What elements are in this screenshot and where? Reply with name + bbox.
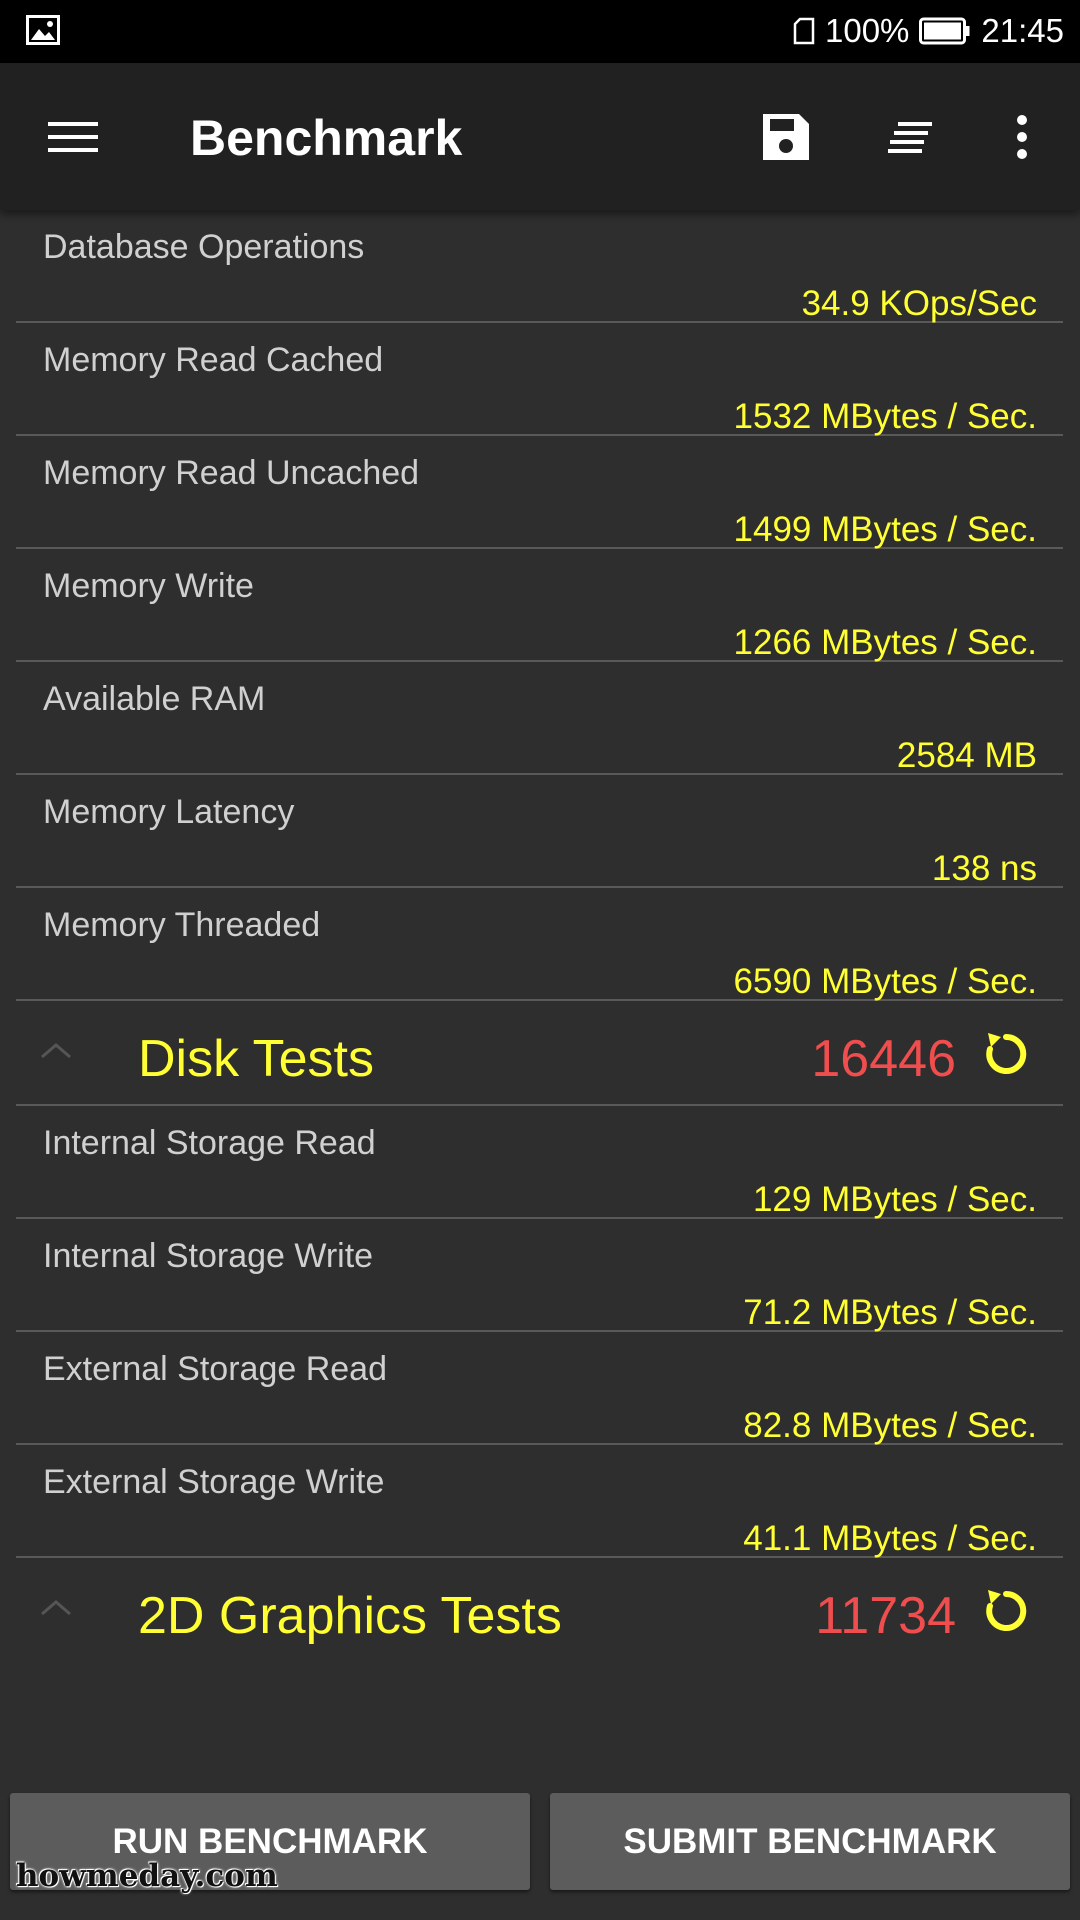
result-label: Memory Read Uncached	[43, 454, 420, 492]
gallery-notification-icon	[26, 15, 60, 45]
result-label: External Storage Read	[43, 1350, 387, 1388]
disk-tests-section-header[interactable]: Disk Tests 16446	[16, 1001, 1063, 1106]
submit-benchmark-button[interactable]: SUBMIT BENCHMARK	[550, 1793, 1070, 1890]
results-list[interactable]: Database Operations 34.9 KOps/Sec Memory…	[0, 210, 1080, 1663]
sim-card-icon	[793, 17, 815, 45]
result-label: Memory Threaded	[43, 906, 321, 944]
save-button[interactable]	[748, 99, 824, 175]
result-value: 71.2 MBytes / Sec.	[743, 1293, 1037, 1332]
chevron-up-icon[interactable]	[38, 1596, 74, 1618]
result-label: Available RAM	[43, 680, 266, 718]
battery-icon	[919, 17, 970, 45]
result-label: Memory Read Cached	[43, 341, 384, 379]
result-row: External Storage Write 41.1 MBytes / Sec…	[16, 1445, 1063, 1558]
refresh-icon[interactable]	[979, 1584, 1033, 1638]
graphics-tests-section-header[interactable]: 2D Graphics Tests 11734	[16, 1558, 1063, 1663]
result-row: Memory Threaded 6590 MBytes / Sec.	[16, 888, 1063, 1001]
menu-icon[interactable]	[34, 103, 112, 171]
result-label: Internal Storage Read	[43, 1124, 376, 1162]
status-bar: 100% 21:45	[0, 0, 1080, 63]
sort-icon	[888, 122, 932, 153]
refresh-icon[interactable]	[979, 1027, 1033, 1081]
result-value: 129 MBytes / Sec.	[752, 1180, 1037, 1219]
result-row: Memory Read Cached 1532 MBytes / Sec.	[16, 323, 1063, 436]
watermark: howmeday.com	[16, 1858, 278, 1894]
more-vert-icon	[1017, 115, 1027, 159]
section-title: Disk Tests	[138, 1030, 374, 1088]
page-title: Benchmark	[190, 110, 463, 166]
result-row: External Storage Read 82.8 MBytes / Sec.	[16, 1332, 1063, 1445]
result-row: Memory Latency 138 ns	[16, 775, 1063, 888]
result-label: Memory Write	[43, 567, 254, 605]
result-row: Available RAM 2584 MB	[16, 662, 1063, 775]
result-value: 82.8 MBytes / Sec.	[743, 1406, 1037, 1445]
save-icon	[763, 114, 809, 160]
result-row: Database Operations 34.9 KOps/Sec	[16, 210, 1063, 323]
app-bar: Benchmark	[0, 63, 1080, 210]
battery-percent: 100%	[825, 12, 910, 49]
section-title: 2D Graphics Tests	[138, 1587, 562, 1645]
result-row: Internal Storage Write 71.2 MBytes / Sec…	[16, 1219, 1063, 1332]
result-value: 2584 MB	[896, 736, 1037, 775]
result-label: Database Operations	[43, 228, 365, 266]
result-row: Memory Read Uncached 1499 MBytes / Sec.	[16, 436, 1063, 549]
result-label: Memory Latency	[43, 793, 295, 831]
section-score: 16446	[811, 1030, 956, 1088]
result-label: External Storage Write	[43, 1463, 385, 1501]
sort-button[interactable]	[873, 99, 949, 175]
result-value: 1499 MBytes / Sec.	[733, 510, 1037, 549]
result-value: 34.9 KOps/Sec	[801, 284, 1037, 323]
result-row: Memory Write 1266 MBytes / Sec.	[16, 549, 1063, 662]
result-row: Internal Storage Read 129 MBytes / Sec.	[16, 1106, 1063, 1219]
section-score: 11734	[815, 1587, 956, 1645]
clock: 21:45	[981, 12, 1064, 49]
result-value: 41.1 MBytes / Sec.	[743, 1519, 1037, 1558]
result-value: 1266 MBytes / Sec.	[733, 623, 1037, 662]
more-options-button[interactable]	[984, 99, 1060, 175]
result-value: 138 ns	[931, 849, 1037, 888]
chevron-up-icon[interactable]	[38, 1039, 74, 1061]
result-label: Internal Storage Write	[43, 1237, 374, 1275]
result-value: 6590 MBytes / Sec.	[733, 962, 1037, 1001]
result-value: 1532 MBytes / Sec.	[733, 397, 1037, 436]
